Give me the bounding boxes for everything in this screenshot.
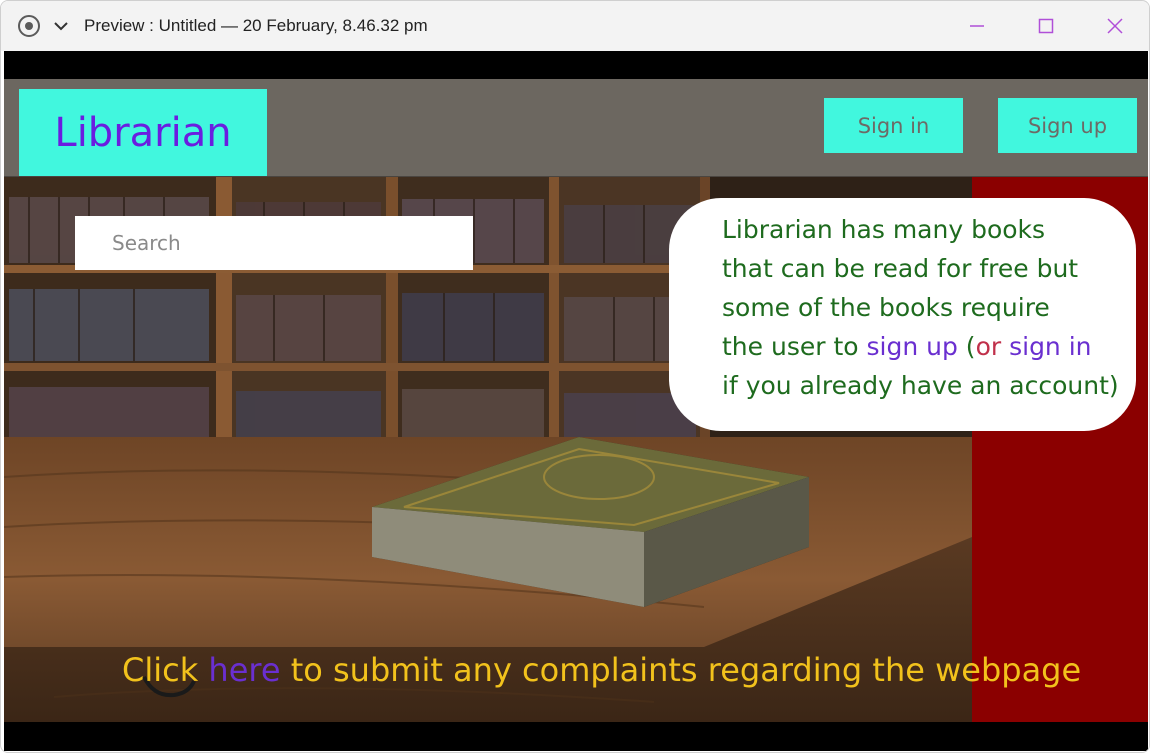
- or-word: or: [975, 332, 1002, 361]
- page-content: Librarian Sign in Sign up Search Librari…: [4, 51, 1148, 751]
- window-title: Preview : Untitled — 20 February, 8.46.3…: [84, 16, 428, 35]
- complaint-prefix: Click: [122, 651, 209, 689]
- app-window: Preview : Untitled — 20 February, 8.46.3…: [0, 0, 1150, 753]
- record-icon[interactable]: [18, 15, 40, 37]
- navbar: Librarian Sign in Sign up: [4, 79, 1148, 177]
- sign-up-button[interactable]: Sign up: [998, 98, 1137, 153]
- minimize-icon[interactable]: [962, 11, 992, 41]
- sign-in-link[interactable]: sign in: [1009, 332, 1091, 361]
- info-bubble: Librarian has many books that can be rea…: [669, 198, 1136, 431]
- close-icon[interactable]: [1100, 11, 1130, 41]
- title-bar: Preview : Untitled — 20 February, 8.46.3…: [1, 1, 1149, 51]
- sign-in-button[interactable]: Sign in: [824, 98, 963, 153]
- chevron-down-icon[interactable]: [51, 17, 71, 35]
- logo[interactable]: Librarian: [19, 89, 267, 176]
- info-line-4: the user to sign up (or sign in: [722, 327, 1136, 366]
- sign-up-link[interactable]: sign up: [867, 332, 958, 361]
- complaint-suffix: to submit any complaints regarding the w…: [280, 651, 1082, 689]
- top-black-bar: [4, 51, 1148, 79]
- maximize-icon[interactable]: [1031, 11, 1061, 41]
- info-line-4-prefix: the user to: [722, 332, 867, 361]
- info-line-1: Librarian has many books: [722, 215, 1046, 244]
- info-line-2: that can be read for free but: [722, 254, 1079, 283]
- search-input[interactable]: [75, 216, 473, 270]
- bottom-black-bar: [4, 722, 1148, 751]
- info-line-5: if you already have an account): [722, 371, 1119, 400]
- complaint-here-link[interactable]: here: [208, 651, 280, 689]
- paren-open: (: [957, 332, 976, 361]
- logo-text: Librarian: [54, 109, 232, 156]
- info-line-3: some of the books require: [722, 293, 1050, 322]
- complaint-banner: Click here to submit any complaints rega…: [122, 651, 1081, 689]
